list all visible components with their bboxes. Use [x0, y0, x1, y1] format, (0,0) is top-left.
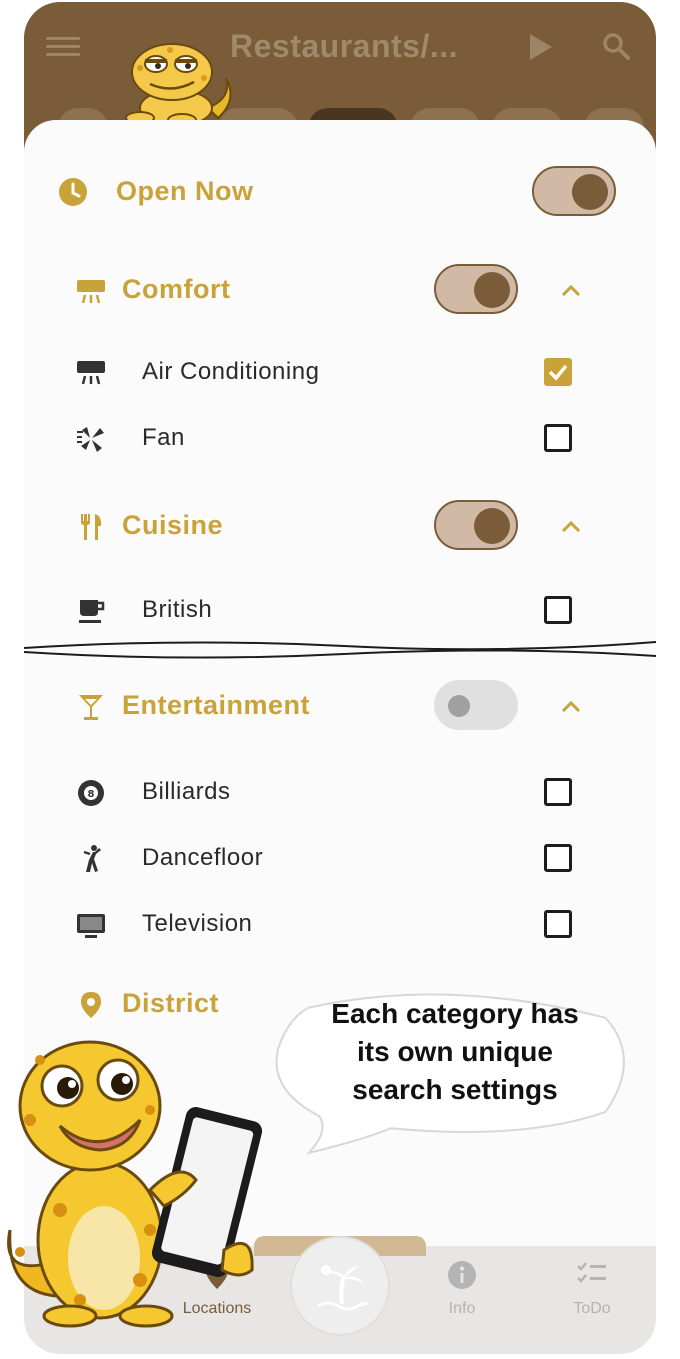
svg-text:8: 8 [88, 789, 95, 800]
tab-todo[interactable]: ToDo [532, 1246, 652, 1354]
option-checkbox[interactable] [544, 596, 572, 624]
location-pin-icon [81, 992, 101, 1018]
option-label: Dancefloor [142, 844, 264, 871]
todo-icon [577, 1262, 606, 1283]
air-conditioner-icon [77, 280, 105, 304]
chevron-up-icon[interactable] [560, 696, 582, 718]
clock-icon [59, 178, 87, 206]
speech-line-1: Each category has [331, 998, 579, 1029]
option-row[interactable]: Fan [24, 418, 656, 458]
home-fab-button[interactable] [290, 1236, 390, 1336]
play-icon[interactable] [530, 34, 552, 60]
info-icon [448, 1261, 476, 1289]
category-cuisine-header: Cuisine [24, 498, 656, 558]
option-row[interactable]: 8 Billiards [24, 772, 656, 812]
tea-cup-icon [79, 600, 105, 623]
open-now-row: Open Now [24, 164, 656, 224]
category-cuisine-toggle[interactable] [434, 500, 518, 550]
option-checkbox[interactable] [544, 358, 572, 386]
category-comfort-header: Comfort [24, 262, 656, 322]
gecko-mascot-small [125, 43, 232, 126]
tab-label: Info [448, 1300, 476, 1317]
fan-icon [77, 427, 104, 452]
television-icon [77, 914, 105, 938]
dancer-icon [83, 845, 101, 872]
category-cuisine-label: Cuisine [122, 510, 224, 540]
category-entertainment-header: Entertainment [24, 678, 656, 738]
option-checkbox[interactable] [544, 424, 572, 452]
open-now-toggle[interactable] [532, 166, 616, 216]
air-conditioner-icon [77, 361, 105, 385]
open-now-label: Open Now [116, 176, 254, 206]
option-label: Television [142, 910, 253, 937]
billiard-ball-icon: 8 [78, 780, 104, 806]
fork-knife-icon [81, 514, 102, 540]
category-comfort-toggle[interactable] [434, 264, 518, 314]
gecko-mascot [7, 1040, 263, 1328]
option-row[interactable]: Dancefloor [24, 838, 656, 878]
menu-icon[interactable] [46, 32, 80, 60]
cut-divider [24, 641, 656, 659]
option-row[interactable]: British [24, 590, 656, 630]
option-label: Billiards [142, 778, 231, 805]
option-label: Air Conditioning [142, 358, 320, 385]
chevron-up-icon[interactable] [560, 280, 582, 302]
search-icon[interactable] [602, 32, 630, 60]
palm-island-icon [317, 1263, 368, 1311]
option-row[interactable]: Television [24, 904, 656, 944]
option-label: Fan [142, 424, 185, 451]
tab-info[interactable]: Info [402, 1246, 522, 1354]
option-checkbox[interactable] [544, 778, 572, 806]
category-comfort-label: Comfort [122, 274, 231, 304]
speech-line-3: search settings [352, 1074, 558, 1105]
category-district-label: District [122, 988, 220, 1018]
category-entertainment-label: Entertainment [122, 690, 311, 720]
page-title: Restaurants/... [230, 28, 459, 64]
option-label: British [142, 596, 213, 623]
category-entertainment-toggle[interactable] [434, 680, 518, 730]
speech-line-2: its own unique [357, 1036, 553, 1067]
option-checkbox[interactable] [544, 910, 572, 938]
cocktail-icon [79, 695, 103, 720]
tab-label: ToDo [573, 1300, 611, 1317]
option-row[interactable]: Air Conditioning [24, 352, 656, 392]
chevron-up-icon[interactable] [560, 516, 582, 538]
option-checkbox[interactable] [544, 844, 572, 872]
